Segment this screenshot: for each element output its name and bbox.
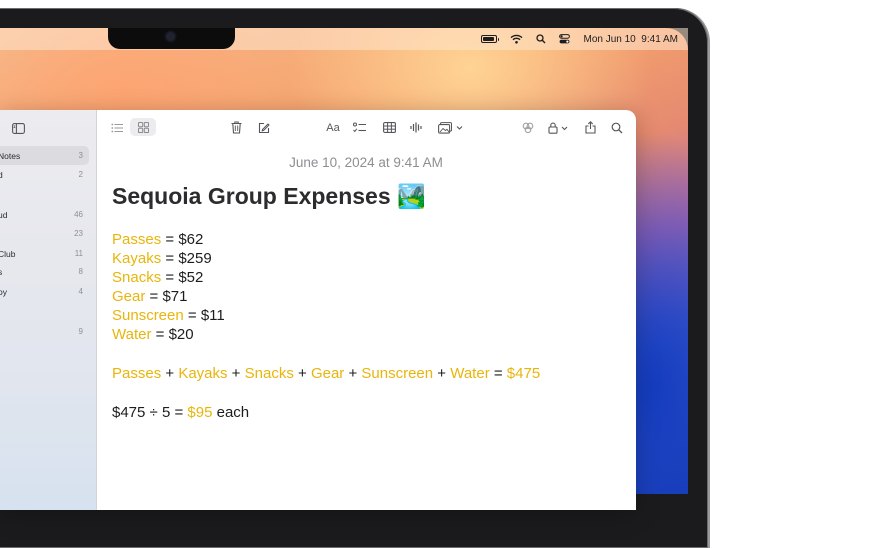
sum-term: Sunscreen bbox=[361, 365, 434, 382]
expense-name: Passes bbox=[112, 231, 162, 248]
sidebar-item-label: oy bbox=[0, 286, 7, 297]
camera-notch bbox=[108, 28, 235, 49]
sum-term: Water bbox=[450, 365, 490, 382]
expense-line: Kayaks = $259 bbox=[112, 250, 212, 267]
expense-name: Sunscreen bbox=[112, 307, 184, 324]
share-icon[interactable] bbox=[583, 120, 598, 135]
sidebar-item-label: s bbox=[0, 266, 3, 277]
expense-value: $11 bbox=[200, 307, 225, 324]
spotlight-search-icon[interactable] bbox=[536, 34, 546, 44]
sidebar-item[interactable]: oy 4 bbox=[0, 282, 89, 301]
division-operator: ÷ bbox=[149, 404, 158, 421]
expense-name: Gear bbox=[112, 288, 146, 305]
media-icon[interactable] bbox=[438, 120, 464, 135]
note-title: Sequoia Group Expenses 🏞️ bbox=[112, 183, 426, 210]
sum-term: Kayaks bbox=[178, 365, 228, 382]
gallery-view-icon[interactable] bbox=[136, 120, 151, 135]
expense-name: Snacks bbox=[112, 269, 162, 286]
table-icon[interactable] bbox=[382, 120, 397, 135]
expense-value: $20 bbox=[168, 326, 194, 343]
expense-value: $259 bbox=[178, 250, 212, 267]
compose-icon[interactable] bbox=[256, 120, 271, 135]
sidebar-item-count: 46 bbox=[74, 210, 83, 219]
expense-value: $71 bbox=[162, 288, 188, 305]
menubar-datetime[interactable]: Mon Jun 10 9:41 AM bbox=[583, 34, 678, 45]
division-total: $475 bbox=[112, 404, 146, 421]
control-center-icon[interactable] bbox=[559, 34, 571, 44]
division-equals: = bbox=[174, 404, 184, 421]
division-line: $475 ÷ 5 = $95 each bbox=[112, 404, 249, 421]
toolbar: Aa bbox=[96, 110, 636, 144]
battery-icon[interactable] bbox=[481, 35, 500, 43]
expense-line: Snacks = $52 bbox=[112, 269, 204, 286]
sidebar-item-count: 2 bbox=[78, 170, 83, 179]
sidebar: Notes 3 d 2 ud 46 23 Club 11 s 8 oy 4 9 bbox=[0, 110, 97, 510]
wifi-icon[interactable] bbox=[510, 34, 523, 44]
sidebar-item-count: 9 bbox=[78, 327, 83, 336]
sidebar-item-label: Club bbox=[0, 248, 16, 259]
list-view-icon[interactable] bbox=[110, 120, 125, 135]
note-title-text: Sequoia Group Expenses bbox=[112, 183, 391, 209]
sidebar-item[interactable]: s 8 bbox=[0, 262, 89, 281]
expense-name: Water bbox=[112, 326, 152, 343]
sidebar-item-count: 8 bbox=[78, 267, 83, 276]
format-text-icon[interactable]: Aa bbox=[323, 120, 343, 135]
trash-icon[interactable] bbox=[229, 120, 244, 135]
sidebar-item-count: 4 bbox=[78, 287, 83, 296]
expense-line: Water = $20 bbox=[112, 326, 194, 343]
sidebar-item[interactable]: d 2 bbox=[0, 165, 89, 184]
expense-line: Gear = $71 bbox=[112, 288, 188, 305]
expense-line: Sunscreen = $11 bbox=[112, 307, 225, 324]
sidebar-item-count: 3 bbox=[78, 151, 83, 160]
sum-result: $475 bbox=[506, 365, 541, 382]
sidebar-toggle-icon[interactable] bbox=[12, 121, 25, 139]
division-suffix: each bbox=[216, 404, 250, 421]
sidebar-item[interactable]: ud 46 bbox=[0, 205, 89, 224]
sum-line: Passes + Kayaks + Snacks + Gear + Sunscr… bbox=[112, 365, 541, 382]
sidebar-item-count: 11 bbox=[74, 249, 83, 258]
expense-line: Passes = $62 bbox=[112, 231, 204, 248]
lock-icon[interactable] bbox=[548, 120, 570, 135]
sum-term: Gear bbox=[310, 365, 345, 382]
sum-term: Passes bbox=[112, 365, 162, 382]
sum-term: Snacks bbox=[244, 365, 294, 382]
audio-icon[interactable] bbox=[409, 120, 424, 135]
menu-bar: Mon Jun 10 9:41 AM bbox=[0, 28, 688, 50]
expense-value: $62 bbox=[178, 231, 204, 248]
search-icon[interactable] bbox=[609, 120, 624, 135]
sidebar-item-label: d bbox=[0, 169, 3, 180]
sidebar-item[interactable]: Club 11 bbox=[0, 244, 89, 263]
division-result: $95 bbox=[187, 404, 213, 421]
expense-name: Kayaks bbox=[112, 250, 162, 267]
sidebar-item-label: Notes bbox=[0, 150, 21, 161]
sidebar-item[interactable]: 9 bbox=[0, 322, 89, 341]
sidebar-item-label: ud bbox=[0, 209, 8, 220]
collaborate-icon[interactable] bbox=[520, 120, 535, 135]
notes-window: Notes 3 d 2 ud 46 23 Club 11 s 8 oy 4 9 … bbox=[0, 110, 636, 510]
sidebar-item-count: 23 bbox=[74, 229, 83, 238]
sidebar-item[interactable]: 23 bbox=[0, 224, 89, 243]
landscape-emoji-icon: 🏞️ bbox=[397, 183, 426, 209]
note-date: June 10, 2024 at 9:41 AM bbox=[289, 155, 443, 170]
camera-icon bbox=[166, 32, 175, 41]
division-divisor: 5 bbox=[161, 404, 171, 421]
checklist-icon[interactable] bbox=[352, 120, 367, 135]
expense-value: $52 bbox=[178, 269, 204, 286]
sidebar-item-notes[interactable]: Notes 3 bbox=[0, 146, 89, 165]
